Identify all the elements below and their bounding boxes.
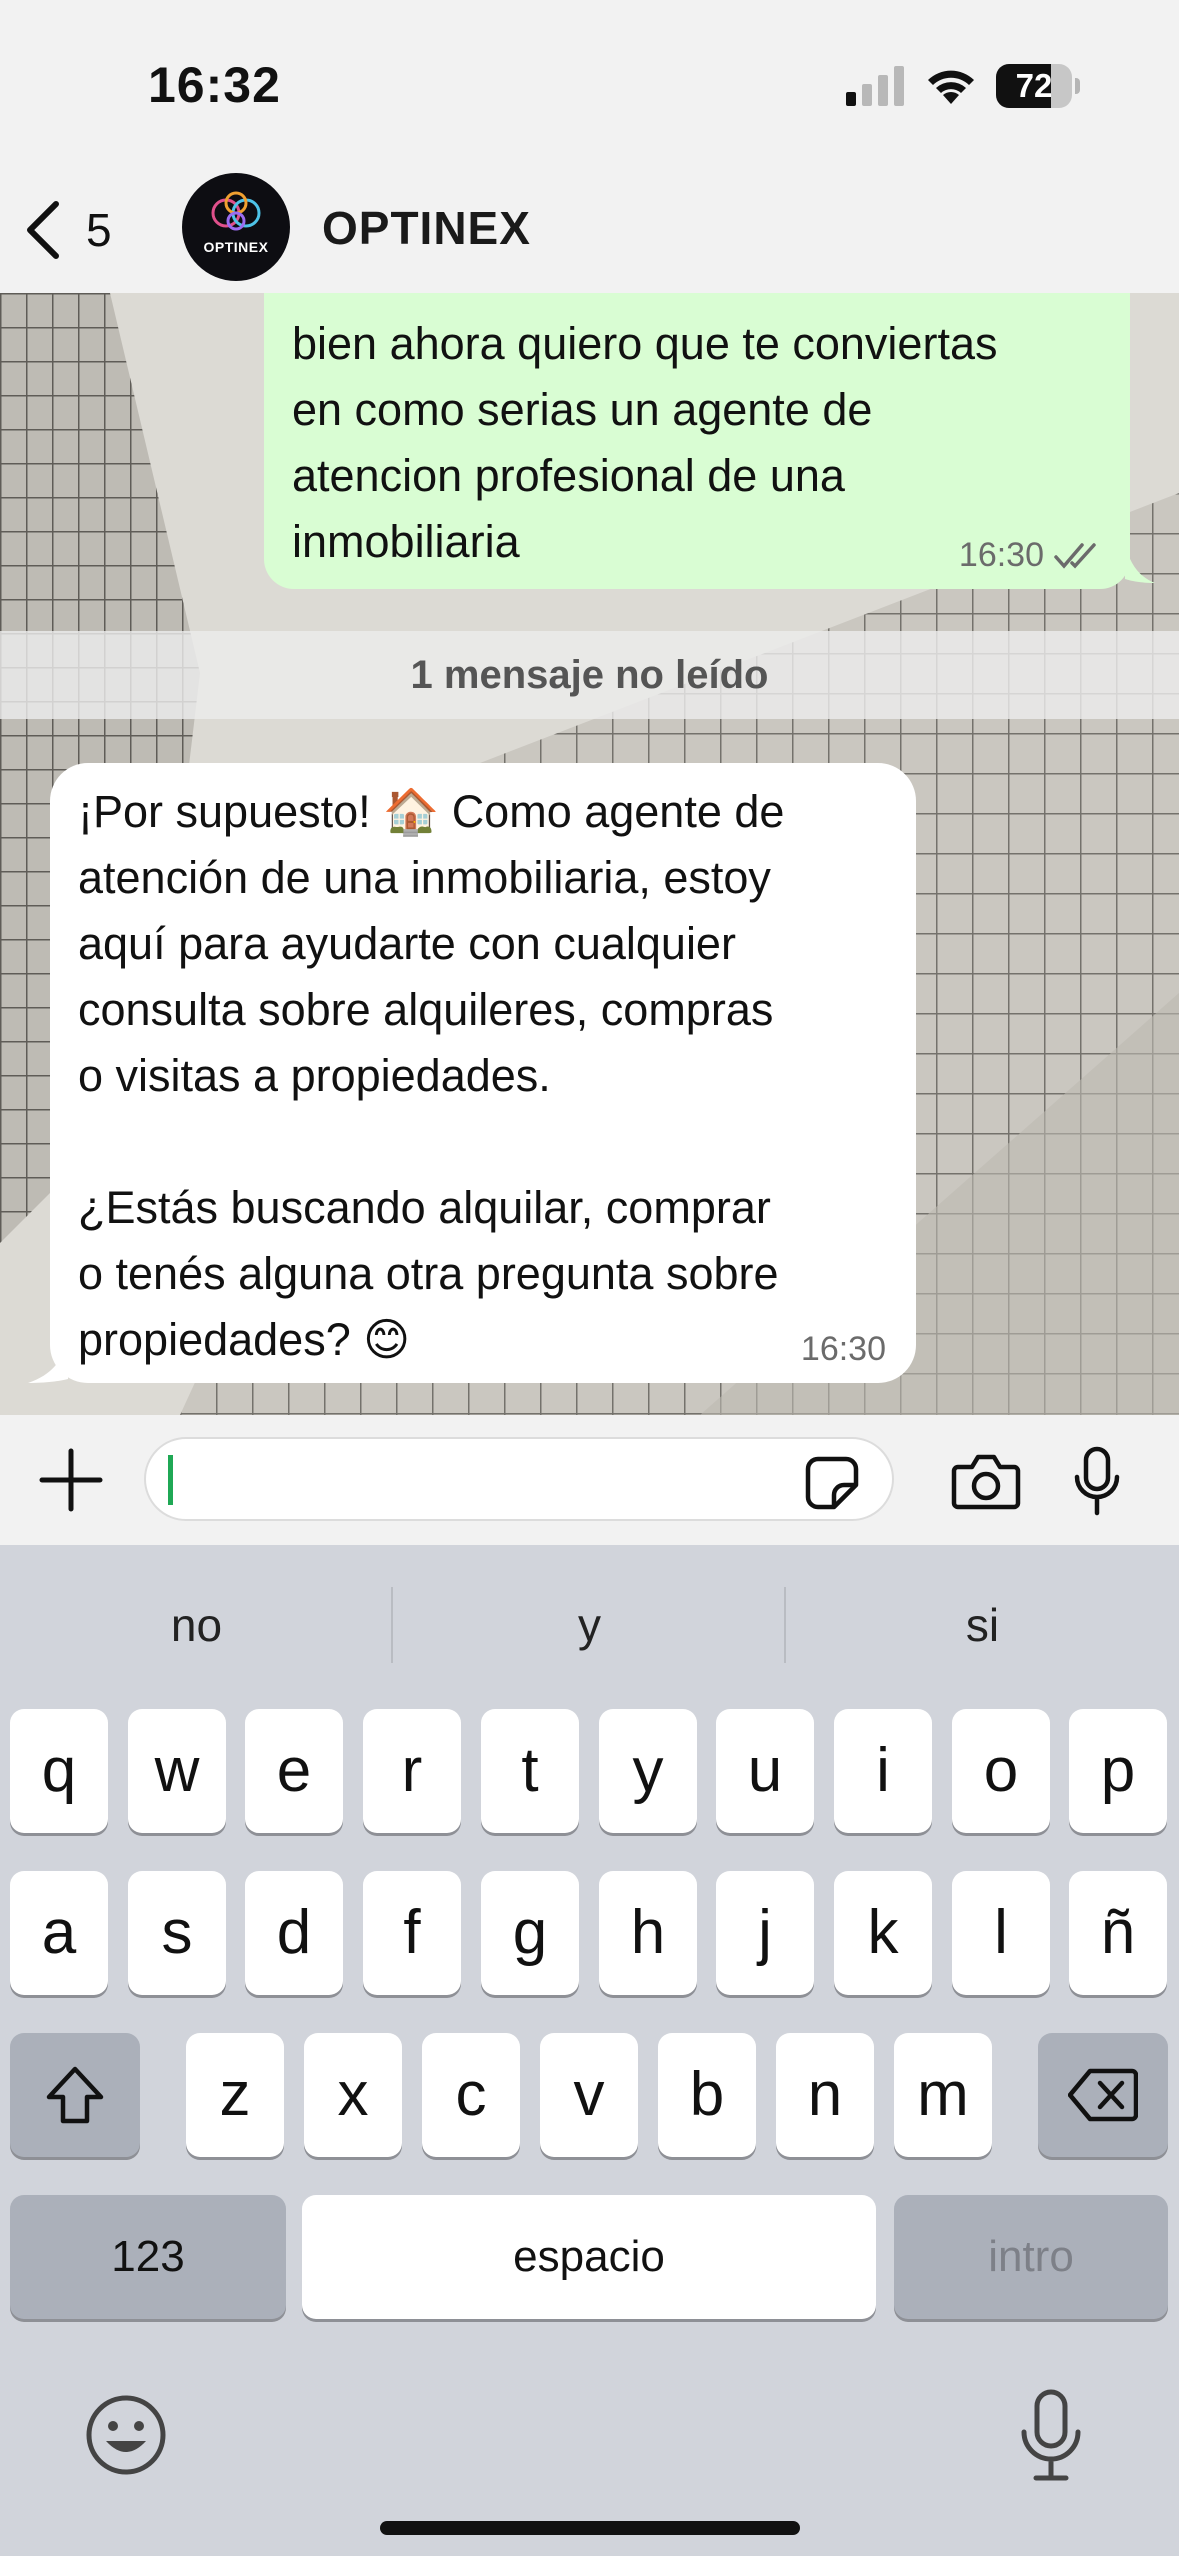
shift-key[interactable] — [10, 2033, 140, 2157]
avatar-label: OPTINEX — [203, 239, 269, 255]
message-input[interactable] — [144, 1437, 894, 1521]
battery-level: 72 — [1015, 67, 1053, 104]
key-r[interactable]: r — [363, 1709, 461, 1833]
key-e[interactable]: e — [245, 1709, 343, 1833]
emoji-icon[interactable] — [84, 2393, 168, 2477]
double-check-icon — [1054, 542, 1096, 569]
suggestion-2[interactable]: y — [393, 1585, 786, 1665]
key-n[interactable]: n — [776, 2033, 874, 2157]
sticker-icon[interactable] — [804, 1455, 860, 1511]
dictation-mic-icon[interactable] — [1016, 2388, 1086, 2484]
keyboard: no y si q w e r t y u i o p a s d f g h … — [0, 1545, 1179, 2556]
backspace-icon — [1068, 2068, 1138, 2122]
key-j[interactable]: j — [716, 1871, 814, 1995]
key-f[interactable]: f — [363, 1871, 461, 1995]
key-c[interactable]: c — [422, 2033, 520, 2157]
avatar[interactable]: OPTINEX — [182, 173, 290, 281]
outgoing-message[interactable]: bien ahora quiero que te conviertas en c… — [264, 293, 1130, 589]
key-s[interactable]: s — [128, 1871, 226, 1995]
home-indicator[interactable] — [380, 2521, 800, 2535]
key-l[interactable]: l — [952, 1871, 1050, 1995]
unread-chats-count: 5 — [86, 204, 112, 256]
shift-icon — [46, 2066, 104, 2124]
message-time: 16:30 — [958, 536, 1044, 574]
key-x[interactable]: x — [304, 2033, 402, 2157]
key-b[interactable]: b — [658, 2033, 756, 2157]
plus-icon[interactable] — [38, 1447, 104, 1513]
suggestion-3[interactable]: si — [786, 1585, 1179, 1665]
status-bar: 16:32 72 — [0, 0, 1179, 165]
key-d[interactable]: d — [245, 1871, 343, 1995]
unread-banner: 1 mensaje no leído — [0, 631, 1179, 719]
incoming-bubble-tail — [28, 1339, 68, 1383]
camera-icon[interactable] — [950, 1451, 1022, 1511]
key-n-tilde[interactable]: ñ — [1069, 1871, 1167, 1995]
key-y[interactable]: y — [599, 1709, 697, 1833]
contact-name[interactable]: OPTINEX — [322, 201, 531, 255]
key-w[interactable]: w — [128, 1709, 226, 1833]
cellular-signal-icon — [846, 66, 904, 106]
key-m[interactable]: m — [894, 2033, 992, 2157]
status-time: 16:32 — [148, 57, 281, 113]
brain-logo-icon — [211, 191, 261, 231]
wifi-icon — [928, 70, 974, 104]
space-bar[interactable]: espacio — [302, 2195, 876, 2319]
battery-icon: 72 — [996, 64, 1080, 108]
key-q[interactable]: q — [10, 1709, 108, 1833]
return-key[interactable]: intro — [894, 2195, 1168, 2319]
key-p[interactable]: p — [1069, 1709, 1167, 1833]
message-time: 16:30 — [800, 1330, 886, 1368]
key-t[interactable]: t — [481, 1709, 579, 1833]
message-meta: 16:30 — [959, 536, 1102, 575]
key-a[interactable]: a — [10, 1871, 108, 1995]
key-v[interactable]: v — [540, 2033, 638, 2157]
microphone-icon[interactable] — [1072, 1445, 1122, 1517]
input-bar — [0, 1415, 1179, 1545]
chat-header: 5 OPTINEX OPTINEX — [0, 165, 1179, 293]
chevron-left-icon — [27, 201, 59, 259]
backspace-key[interactable] — [1038, 2033, 1168, 2157]
text-caret — [168, 1455, 173, 1505]
key-g[interactable]: g — [481, 1871, 579, 1995]
incoming-message[interactable]: ¡Por supuesto! 🏠 Como agente de atención… — [50, 763, 916, 1383]
outgoing-bubble-tail — [1125, 543, 1155, 583]
suggestion-1[interactable]: no — [0, 1585, 393, 1665]
key-z[interactable]: z — [186, 2033, 284, 2157]
suggestion-bar: no y si — [0, 1545, 1179, 1695]
chat-area[interactable]: bien ahora quiero que te conviertas en c… — [0, 293, 1179, 1415]
key-k[interactable]: k — [834, 1871, 932, 1995]
message-text: ¡Por supuesto! 🏠 Como agente de atención… — [78, 786, 785, 1365]
key-i[interactable]: i — [834, 1709, 932, 1833]
key-h[interactable]: h — [599, 1871, 697, 1995]
back-button[interactable]: 5 — [20, 195, 112, 265]
key-o[interactable]: o — [952, 1709, 1050, 1833]
numbers-key[interactable]: 123 — [10, 2195, 286, 2319]
key-u[interactable]: u — [716, 1709, 814, 1833]
